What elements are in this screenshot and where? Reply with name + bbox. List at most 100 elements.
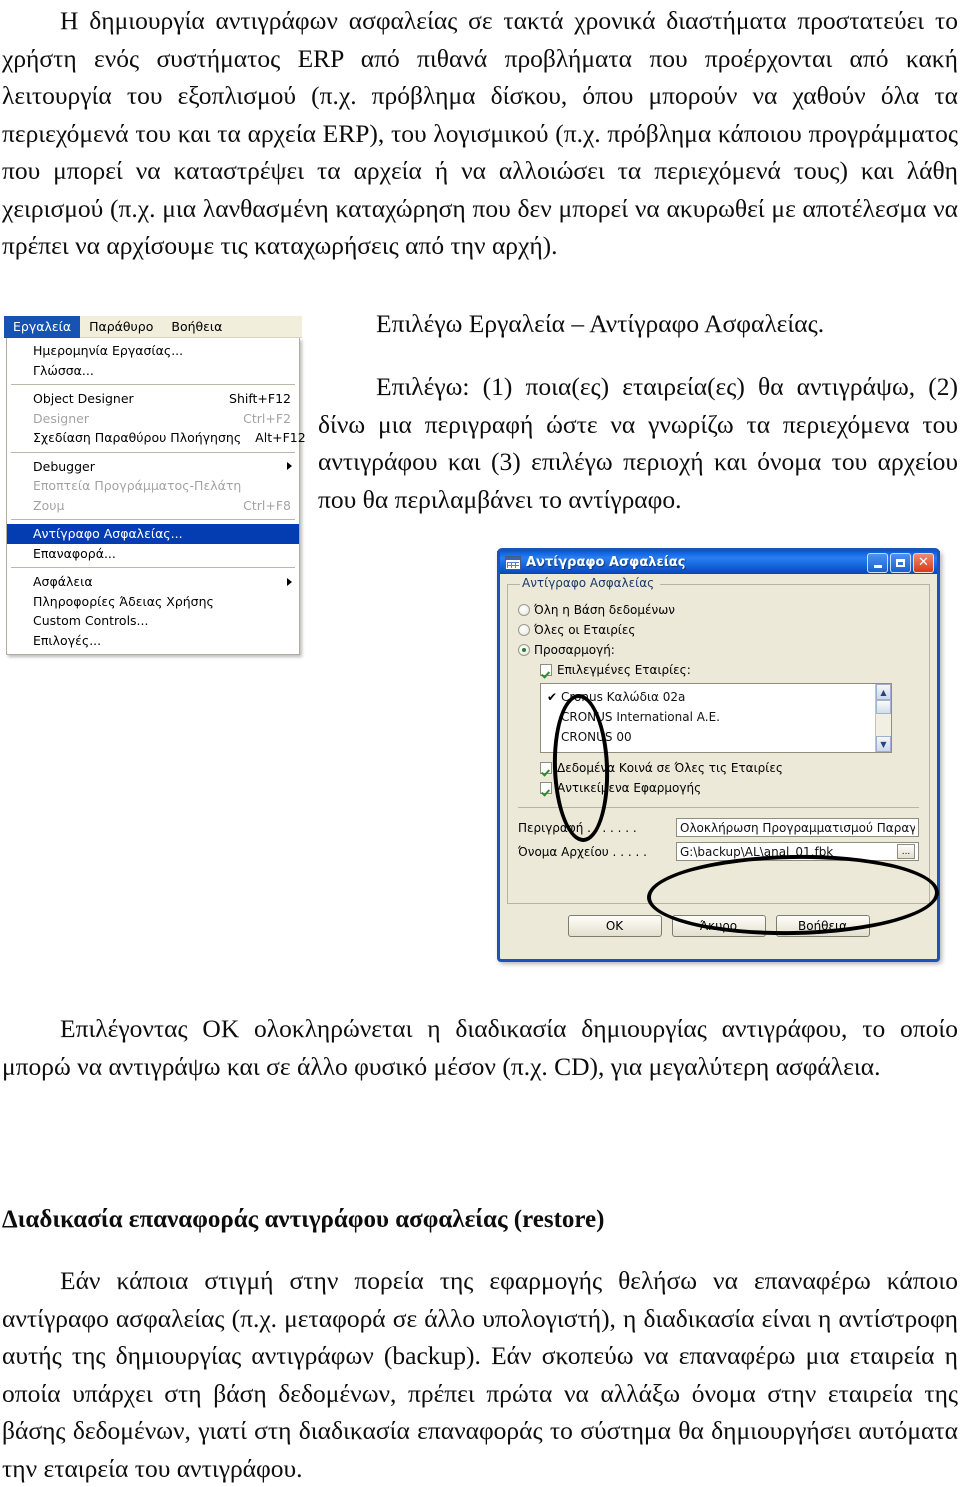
tools-dropdown-menu[interactable]: Ημερομηνία Εργασίας... Γλώσσα... Object De… (6, 338, 306, 655)
dialog-title: Αντίγραφο Ασφαλείας (526, 555, 686, 570)
menu-separator (11, 519, 295, 520)
menubar-item-1[interactable]: Παράθυρο (80, 316, 162, 338)
chevron-right-icon (287, 462, 292, 471)
backup-groupbox: Αντίγραφο Ασφαλείας Όλη η Βάση δεδομένων… (507, 576, 930, 904)
menubar-item-0[interactable]: Εργαλεία (4, 315, 81, 338)
company-list-items[interactable]: ✔ Cronus Καλώδια 02a CRONUS International … (541, 684, 875, 752)
maximize-icon (896, 558, 905, 567)
radio-label-whole-database: Όλη η Βάση δεδομένων (534, 603, 675, 617)
checkbox-row-selected-companies[interactable]: Επιλεγμένες Εταιρίες: (540, 663, 919, 677)
menu-item-7[interactable]: Debugger (7, 457, 299, 477)
menu-item-label: Debugger (33, 458, 95, 474)
listbox-scrollbar[interactable]: ▲ ▼ (875, 684, 891, 752)
chevron-right-icon (287, 577, 292, 586)
backup-dialog[interactable]: Αντίγραφο Ασφαλείας ✕ Αντίγραφο Ασφαλεία… (497, 548, 940, 962)
menu-item-label: Γλώσσα... (33, 362, 94, 378)
close-icon: ✕ (918, 555, 929, 570)
groupbox-divider (518, 807, 919, 808)
checkbox-row-app-objects[interactable]: Αντικείμενα Εφαρμογής (540, 781, 919, 795)
heading-restore: Διαδικασία επαναφοράς αντιγράφου ασφαλεί… (2, 1206, 605, 1233)
checkmark-icon: ✔ (547, 690, 558, 704)
menu-item-17[interactable]: Επιλογές... (7, 631, 299, 651)
menu-item-5[interactable]: Σχεδίαση Παραθύρου Πλοήγησης Alt+F12 (7, 428, 306, 448)
list-item-label: CRONUS 00 (561, 730, 632, 744)
maximize-button[interactable] (890, 552, 911, 573)
menubar: Εργαλεία Παράθυρο Βοήθεια (4, 315, 302, 338)
scroll-down-icon[interactable]: ▼ (876, 736, 891, 752)
list-item[interactable]: ✔ Cronus Καλώδια 02a (547, 687, 875, 707)
radio-label-custom: Προσαρμογή: (534, 643, 615, 657)
menu-item-14[interactable]: Ασφάλεια (7, 572, 299, 592)
menu-item-label: Custom Controls... (33, 613, 149, 629)
dialog-titlebar[interactable]: Αντίγραφο Ασφαλείας ✕ (497, 548, 940, 574)
tools-menu-screenshot: Εργαλεία Παράθυρο Βοήθεια Ημερομηνία Εργασ… (4, 315, 306, 656)
menu-item-label: Εποπτεία Προγράμματος-Πελάτη (33, 478, 242, 494)
menu-item-16[interactable]: Custom Controls... (7, 611, 299, 631)
list-item[interactable]: CRONUS 00 (547, 727, 875, 747)
radio-icon-whole-database[interactable] (518, 604, 530, 616)
menu-item-shortcut: Ctrl+F8 (243, 497, 291, 513)
checkbox-row-common-data[interactable]: Δεδομένα Κοινά σε Όλες τις Εταιρίες (540, 761, 919, 775)
radio-icon-custom[interactable] (518, 644, 530, 656)
radio-icon-all-companies[interactable] (518, 624, 530, 636)
scrollbar-track[interactable] (876, 714, 891, 736)
menu-item-12[interactable]: Επαναφορά... (7, 544, 299, 564)
checkbox-icon-common-data[interactable] (540, 762, 552, 774)
dialog-buttons[interactable]: OK Άκυρο Βοήθεια (507, 915, 930, 937)
close-button[interactable]: ✕ (913, 552, 934, 573)
paragraph-select-menu: Επιλέγω Εργαλεία – Αντίγραφο Ασφαλείας. (376, 309, 825, 338)
ok-button[interactable]: OK (567, 915, 662, 937)
menu-item-shortcut: Shift+F12 (229, 391, 291, 407)
cancel-button[interactable]: Άκυρο (671, 915, 766, 937)
paragraph-select-steps: Επιλέγω: (1) ποια(ες) εταιρεία(ες) θα αν… (318, 372, 958, 514)
paragraph-intro: Η δημιουργία αντιγράφων ασφαλείας σε τακ… (2, 6, 958, 260)
help-button[interactable]: Βοήθεια (775, 915, 870, 937)
browse-button[interactable]: ... (897, 844, 915, 859)
list-item-label: CRONUS International A.E. (561, 710, 720, 724)
menu-separator (11, 567, 295, 568)
menu-item-1[interactable]: Γλώσσα... (7, 361, 299, 381)
menu-item-label: Επιλογές... (33, 632, 102, 648)
field-row-filename[interactable]: Όνομα Αρχείου . . . . . G:\backup\AL\ana… (518, 842, 919, 861)
company-listbox[interactable]: ✔ Cronus Καλώδια 02a CRONUS International … (540, 683, 892, 753)
menu-item-label: Object Designer (33, 391, 134, 407)
dialog-body: Αντίγραφο Ασφαλείας Όλη η Βάση δεδομένων… (500, 576, 937, 959)
checkbox-label-common-data: Δεδομένα Κοινά σε Όλες τις Εταιρίες (557, 761, 783, 775)
minimize-icon (873, 564, 882, 568)
scroll-up-icon[interactable]: ▲ (876, 684, 891, 700)
menu-item-11[interactable]: Αντίγραφο Ασφαλείας... (7, 524, 299, 544)
description-value: Ολοκλήρωση Προγραμματισμού Παραγωγι (680, 820, 915, 835)
menu-item-shortcut: Alt+F12 (255, 430, 306, 446)
menu-item-label: Σχεδίαση Παραθύρου Πλοήγησης (33, 430, 242, 446)
menu-item-3[interactable]: Object Designer Shift+F12 (7, 389, 299, 409)
window-icon (505, 555, 521, 570)
list-item[interactable]: CRONUS International A.E. (547, 707, 875, 727)
description-input[interactable]: Ολοκλήρωση Προγραμματισμού Παραγωγι (676, 818, 919, 837)
menubar-item-2[interactable]: Βοήθεια (162, 316, 231, 338)
menu-item-label: Ημερομηνία Εργασίας... (33, 343, 184, 359)
menu-item-9: Ζουμ Ctrl+F8 (7, 496, 299, 516)
minimize-button[interactable] (867, 552, 888, 573)
menu-item-15[interactable]: Πληροφορίες Άδειας Χρήσης (7, 592, 299, 612)
checkbox-icon-app-objects[interactable] (540, 782, 552, 794)
menu-item-8: Εποπτεία Προγράμματος-Πελάτη (7, 476, 299, 496)
menu-item-label: Ασφάλεια (33, 574, 93, 590)
radio-label-all-companies: Όλες οι Εταιρίες (534, 623, 636, 637)
menu-item-label: Designer (33, 410, 89, 426)
window-controls[interactable]: ✕ (867, 552, 934, 573)
checkbox-label-selected-companies: Επιλεγμένες Εταιρίες: (557, 663, 691, 677)
paragraph-ok: Επιλέγοντας ΟΚ ολοκληρώνεται η διαδικασί… (2, 1014, 958, 1081)
filename-value: G:\backup\AL\anal_01.fbk (680, 844, 834, 859)
field-label-filename: Όνομα Αρχείου . . . . . (518, 844, 647, 859)
field-row-description[interactable]: Περιγραφή . . . . . . . Ολοκλήρωση Προγρ… (518, 818, 919, 837)
radio-row-custom[interactable]: Προσαρμογή: (518, 643, 919, 657)
radio-row-all-companies[interactable]: Όλες οι Εταιρίες (518, 623, 919, 637)
radio-row-whole-database[interactable]: Όλη η Βάση δεδομένων (518, 603, 919, 617)
checkbox-icon-selected-companies[interactable] (540, 664, 552, 676)
menu-item-shortcut: Ctrl+F2 (243, 410, 291, 426)
filename-input[interactable]: G:\backup\AL\anal_01.fbk ... (676, 842, 919, 861)
menu-item-4: Designer Ctrl+F2 (7, 409, 299, 429)
scrollbar-thumb[interactable] (876, 700, 891, 714)
menu-item-label: Πληροφορίες Άδειας Χρήσης (33, 593, 214, 609)
menu-item-0[interactable]: Ημερομηνία Εργασίας... (7, 341, 299, 361)
